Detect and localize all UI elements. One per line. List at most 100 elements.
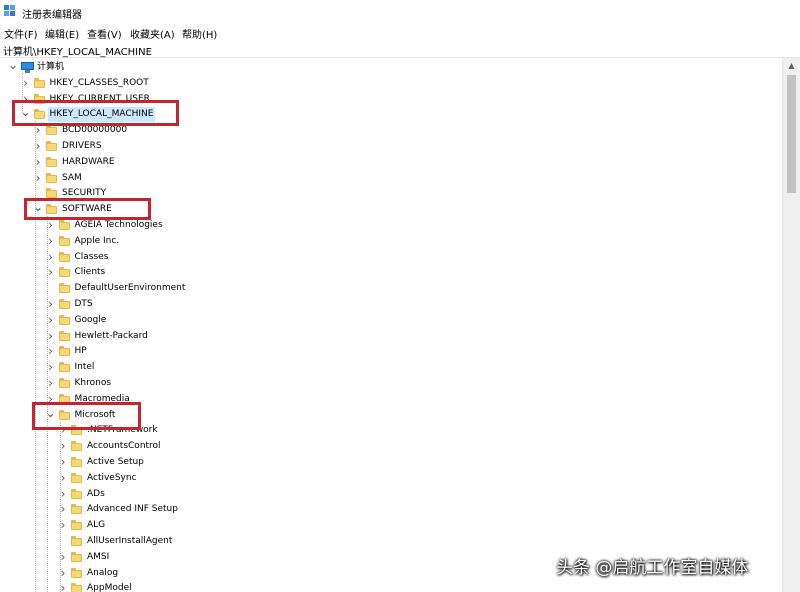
address-bar[interactable]: 计算机\HKEY_LOCAL_MACHINE (0, 41, 800, 58)
tree-node-label[interactable]: Khronos (73, 376, 114, 391)
chevron-right-icon[interactable]: › (46, 297, 56, 312)
tree-node-label[interactable]: DRIVERS (60, 139, 104, 154)
folder-icon (71, 583, 82, 592)
tree-node-advanced-inf-setup[interactable]: › Advanced INF Setup (0, 502, 781, 517)
folder-icon (71, 504, 82, 515)
chevron-right-icon[interactable]: › (58, 550, 68, 565)
tree-node-ageia-technologies[interactable]: › AGEIA Technologies (0, 218, 781, 233)
no-expander (46, 281, 56, 296)
chevron-right-icon[interactable]: › (33, 171, 43, 186)
chevron-right-icon[interactable]: › (58, 439, 68, 454)
tree-node-label[interactable]: SAM (60, 171, 84, 186)
tree-node-classes[interactable]: › Classes (0, 250, 781, 265)
chevron-right-icon[interactable]: › (58, 487, 68, 502)
chevron-down-icon[interactable]: ⌄ (8, 59, 18, 75)
chevron-right-icon[interactable]: › (46, 313, 56, 328)
chevron-right-icon[interactable]: › (46, 265, 56, 280)
tree-node-label[interactable]: Analog (85, 566, 120, 581)
chevron-right-icon[interactable]: › (58, 566, 68, 581)
chevron-right-icon[interactable]: › (33, 139, 43, 154)
folder-icon (46, 125, 57, 136)
tree-node-google[interactable]: › Google (0, 313, 781, 328)
chevron-right-icon[interactable]: › (46, 218, 56, 233)
tree-node-label[interactable]: Advanced INF Setup (85, 502, 180, 517)
tree-node-label[interactable]: Classes (73, 250, 111, 265)
tree-node-hp[interactable]: › HP (0, 344, 781, 359)
chevron-right-icon[interactable]: › (58, 581, 68, 592)
registry-editor-icon (4, 5, 15, 16)
tree-node-clients[interactable]: › Clients (0, 265, 781, 280)
tree-node-accountscontrol[interactable]: › AccountsControl (0, 439, 781, 454)
tree-node-hardware[interactable]: › HARDWARE (0, 155, 781, 170)
tree-node-label[interactable]: AllUserInstallAgent (85, 534, 174, 549)
tree-node-computer[interactable]: ⌄ 计算机 (0, 59, 781, 75)
tree-node-apple-inc[interactable]: › Apple Inc. (0, 234, 781, 249)
scroll-thumb[interactable] (787, 75, 796, 193)
folder-icon (58, 220, 70, 230)
tree-node-label[interactable]: Hewlett-Packard (73, 329, 150, 344)
chevron-right-icon[interactable]: › (46, 360, 56, 375)
tree-node-intel[interactable]: › Intel (0, 360, 781, 375)
chevron-right-icon[interactable]: › (58, 455, 68, 470)
tree-node-sam[interactable]: › SAM (0, 171, 781, 186)
tree-node-appmodel[interactable]: › AppModel (0, 581, 781, 592)
folder-icon (58, 378, 70, 388)
tree-node-label[interactable]: AMSI (85, 550, 111, 565)
folder-icon (46, 156, 57, 167)
menu-view[interactable]: 查看(V) (87, 26, 122, 41)
tree-node-label[interactable]: Clients (73, 265, 108, 280)
tree-node-active-setup[interactable]: › Active Setup (0, 455, 781, 470)
folder-icon (71, 567, 82, 578)
tree-node-label[interactable]: AccountsControl (85, 439, 163, 454)
tree-node-label[interactable]: ADs (85, 487, 107, 502)
tree-node-ads[interactable]: › ADs (0, 487, 781, 502)
chevron-right-icon[interactable]: › (33, 155, 43, 170)
folder-icon (58, 362, 70, 373)
tree-node-drivers[interactable]: › DRIVERS (0, 139, 781, 154)
tree-node-hewlett-packard[interactable]: › Hewlett-Packard (0, 329, 781, 344)
tree-node-label[interactable]: Active Setup (85, 455, 146, 470)
tree-node-label[interactable]: DTS (73, 297, 95, 312)
tree-node-defaultuserenvironment[interactable]: DefaultUserEnvironment (0, 281, 781, 296)
chevron-right-icon[interactable]: › (46, 234, 56, 249)
menu-favorites[interactable]: 收藏夹(A) (130, 26, 175, 41)
tree-node-label[interactable]: HARDWARE (60, 155, 117, 170)
tree-node-khronos[interactable]: › Khronos (0, 376, 781, 391)
chevron-right-icon[interactable]: › (46, 250, 56, 265)
chevron-right-icon[interactable]: › (46, 344, 56, 359)
folder-icon (58, 283, 70, 294)
tree-node-label[interactable]: Intel (73, 360, 97, 375)
tree-node-alluserinstallagent[interactable]: AllUserInstallAgent (0, 534, 781, 549)
tree-node-hkey-classes-root[interactable]: › HKEY_CLASSES_ROOT (0, 76, 781, 91)
tree-node-label[interactable]: 计算机 (35, 60, 66, 75)
menu-file[interactable]: 文件(F) (4, 26, 38, 41)
chevron-right-icon[interactable]: › (46, 376, 56, 391)
tree-node-label[interactable]: HP (73, 344, 89, 359)
scroll-up-arrow-icon[interactable]: ▲ (783, 58, 800, 73)
tree-node-activesync[interactable]: › ActiveSync (0, 471, 781, 486)
tree-node-label[interactable]: HKEY_CLASSES_ROOT (48, 76, 151, 91)
folder-icon (46, 172, 57, 183)
window-title: 注册表编辑器 (22, 10, 82, 21)
menu-help[interactable]: 帮助(H) (182, 26, 217, 41)
tree-node-label[interactable]: DefaultUserEnvironment (73, 281, 188, 296)
menu-edit[interactable]: 编辑(E) (45, 26, 79, 41)
folder-icon (58, 267, 70, 278)
chevron-right-icon[interactable]: › (21, 76, 31, 91)
tree-node-label[interactable]: ActiveSync (85, 471, 139, 486)
tree-node-label[interactable]: AppModel (85, 581, 134, 592)
tree-node-alg[interactable]: › ALG (0, 518, 781, 533)
tree-node-label[interactable]: AGEIA Technologies (73, 218, 165, 233)
chevron-right-icon[interactable]: › (58, 518, 68, 533)
chevron-right-icon[interactable]: › (58, 471, 68, 486)
tree-node-label[interactable]: ALG (85, 518, 107, 533)
tree-node-label[interactable]: Apple Inc. (73, 234, 122, 249)
vertical-scrollbar[interactable]: ▲ (782, 58, 800, 592)
tree-node-label[interactable]: Google (73, 313, 109, 328)
tree-node-dts[interactable]: › DTS (0, 297, 781, 312)
folder-icon (71, 536, 82, 546)
folder-icon (46, 141, 57, 151)
chevron-right-icon[interactable]: › (46, 329, 56, 344)
chevron-right-icon[interactable]: › (58, 502, 68, 517)
address-path[interactable]: 计算机\HKEY_LOCAL_MACHINE (3, 43, 152, 58)
